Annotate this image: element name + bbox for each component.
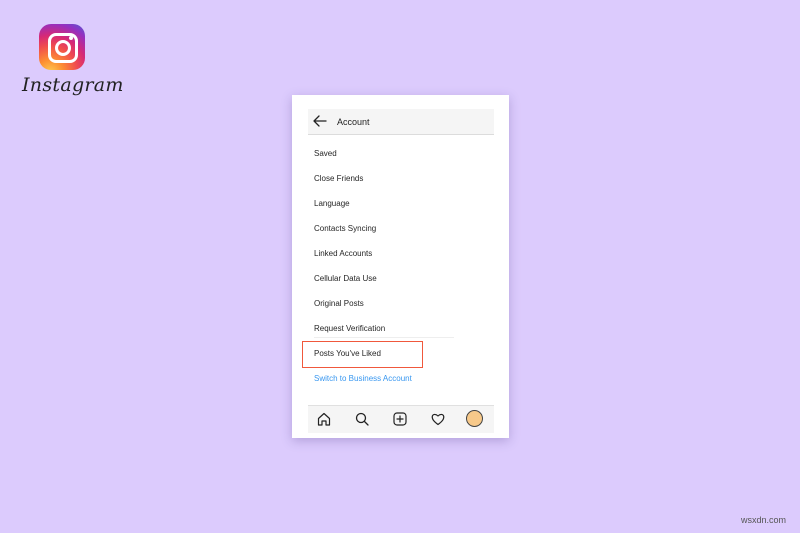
switch-to-business-account-link[interactable]: Switch to Business Account [292,366,509,391]
heart-icon[interactable] [430,411,446,427]
home-icon[interactable] [316,411,332,427]
menu-item-language[interactable]: Language [292,191,509,216]
page-title: Account [337,117,370,127]
back-arrow-icon[interactable] [312,113,328,129]
instagram-logo-text: Instagram [22,74,124,96]
menu-divider [314,337,454,338]
watermark-text: wsxdn.com [740,515,786,525]
bottom-nav-bar [308,405,494,433]
header-bar: Account [308,109,494,135]
account-settings-screen: Account Saved Close Friends Language Con… [292,95,509,438]
search-icon[interactable] [354,411,370,427]
menu-item-cellular-data-use[interactable]: Cellular Data Use [292,266,509,291]
instagram-logo-icon [39,24,85,70]
menu-item-saved[interactable]: Saved [292,141,509,166]
menu-item-linked-accounts[interactable]: Linked Accounts [292,241,509,266]
profile-avatar[interactable] [466,410,483,427]
menu-item-original-posts[interactable]: Original Posts [292,291,509,316]
menu-item-contacts-syncing[interactable]: Contacts Syncing [292,216,509,241]
menu-item-close-friends[interactable]: Close Friends [292,166,509,191]
add-post-icon[interactable] [392,411,408,427]
instagram-logo: Instagram [22,24,124,96]
account-menu: Saved Close Friends Language Contacts Sy… [292,141,509,391]
menu-item-posts-youve-liked[interactable]: Posts You've Liked [292,341,509,366]
